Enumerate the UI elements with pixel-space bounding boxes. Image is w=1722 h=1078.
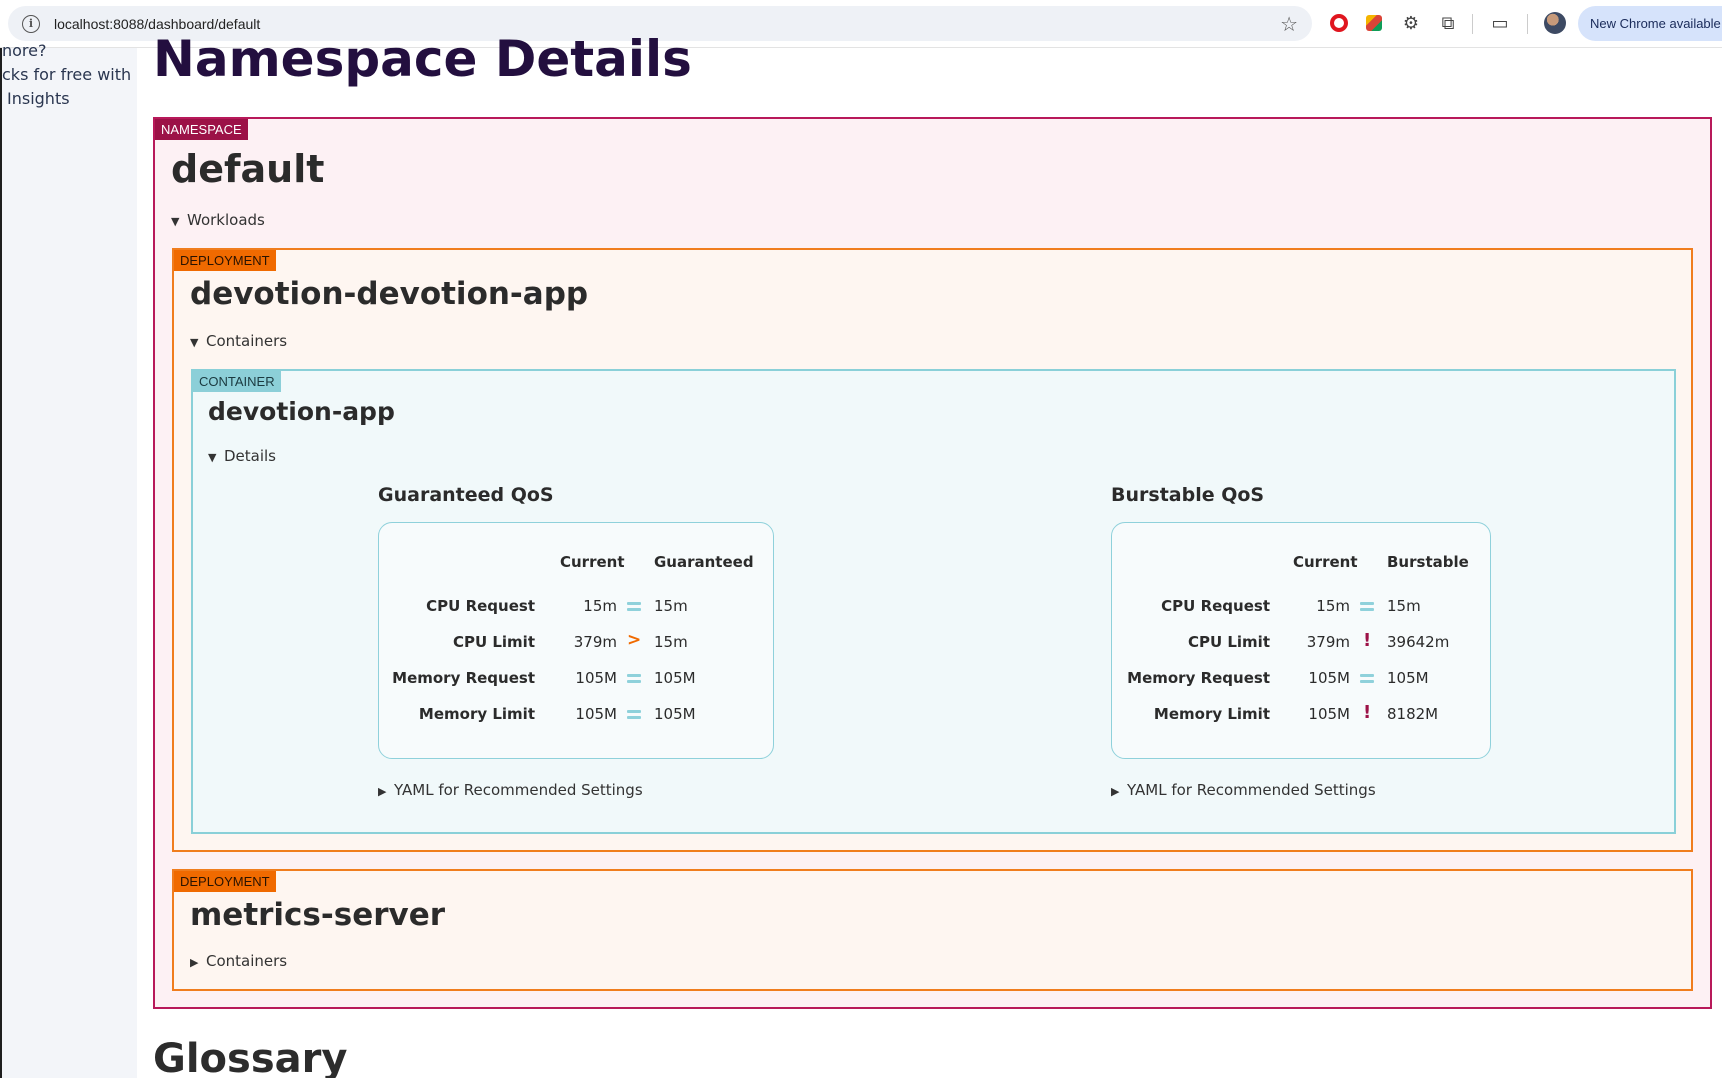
current-value: 15m xyxy=(1316,597,1350,615)
row-label: Memory Limit xyxy=(1153,705,1270,723)
guaranteed-qos-title: Guaranteed QoS xyxy=(378,484,554,506)
row-label: Memory Request xyxy=(392,669,535,687)
current-value: 105M xyxy=(1308,705,1350,723)
bookmark-star-icon[interactable]: ☆ xyxy=(1280,12,1298,36)
deployment-panel: DEPLOYMENT devotion-devotion-app ▼ Contai… xyxy=(172,248,1693,852)
sidebar: nore? cks for free with Insights xyxy=(0,41,137,1078)
page-title: Namespace Details xyxy=(153,30,692,88)
target-value: 39642m xyxy=(1387,633,1450,651)
container-name: devotion-app xyxy=(208,397,395,426)
row-label: Memory Limit xyxy=(418,705,535,723)
target-value: 105M xyxy=(654,705,696,723)
containers-toggle[interactable]: ▼ Containers xyxy=(190,332,287,350)
containers-toggle[interactable]: ▶ Containers xyxy=(190,952,287,970)
workloads-toggle[interactable]: ▼ Workloads xyxy=(171,211,265,229)
equal-icon xyxy=(627,710,641,719)
deployment-name: metrics-server xyxy=(190,897,446,933)
burstable-qos-title: Burstable QoS xyxy=(1111,484,1265,506)
caret-right-icon: ▶ xyxy=(378,785,387,798)
row-label: CPU Request xyxy=(1161,597,1270,615)
current-value: 105M xyxy=(575,705,617,723)
toggle-label: YAML for Recommended Settings xyxy=(394,781,643,799)
current-value: 105M xyxy=(1308,669,1350,687)
container-tag: CONTAINER xyxy=(193,371,281,392)
equal-icon xyxy=(1360,674,1374,683)
namespace-panel: NAMESPACE default ▼ Workloads DEPLOYMENT … xyxy=(153,117,1712,1009)
toolbar-divider xyxy=(1472,14,1473,34)
column-header-current: Current xyxy=(560,553,625,571)
toggle-label: Details xyxy=(224,447,277,465)
sidebar-text-line: nore? xyxy=(2,41,47,60)
namespace-tag: NAMESPACE xyxy=(155,119,248,140)
target-value: 15m xyxy=(654,597,688,615)
guaranteed-yaml-toggle[interactable]: ▶ YAML for Recommended Settings xyxy=(378,781,643,799)
current-value: 105M xyxy=(575,669,617,687)
equal-icon xyxy=(627,602,641,611)
toggle-label: YAML for Recommended Settings xyxy=(1127,781,1376,799)
column-header-target: Guaranteed xyxy=(654,553,754,571)
equal-icon xyxy=(1360,602,1374,611)
details-toggle[interactable]: ▼ Details xyxy=(208,447,276,465)
toggle-label: Containers xyxy=(206,332,288,350)
toggle-label: Workloads xyxy=(187,211,265,229)
target-value: 8182M xyxy=(1387,705,1439,723)
guaranteed-qos-table: Current Guaranteed CPU Request 15m 15m CPU Li… xyxy=(378,522,774,759)
sidebar-insights-link[interactable]: Insights xyxy=(7,89,70,108)
site-info-icon[interactable]: i xyxy=(22,14,40,33)
deployment-panel: DEPLOYMENT metrics-server ▶ Containers xyxy=(172,869,1693,991)
sidebar-text-line: cks for free with xyxy=(2,65,132,84)
current-value: 15m xyxy=(583,597,617,615)
warning-exclamation-icon: ! xyxy=(1363,630,1372,651)
target-value: 105M xyxy=(654,669,696,687)
container-panel: CONTAINER devotion-app ▼ Details Guarante… xyxy=(191,369,1676,834)
extensions-puzzle-icon[interactable]: ⧉ xyxy=(1436,11,1460,35)
chrome-update-button[interactable]: New Chrome available xyxy=(1578,6,1722,41)
row-label: Memory Request xyxy=(1127,669,1270,687)
caret-down-icon: ▼ xyxy=(208,451,217,464)
current-value: 379m xyxy=(1306,633,1350,651)
profile-avatar[interactable] xyxy=(1544,12,1566,34)
toolbar-divider xyxy=(1527,14,1528,34)
row-label: CPU Request xyxy=(426,597,535,615)
burstable-qos-table: Current Burstable CPU Request 15m 15m CPU Lim… xyxy=(1111,522,1491,759)
caret-down-icon: ▼ xyxy=(190,336,199,349)
equal-icon xyxy=(627,674,641,683)
cast-search-icon[interactable]: ▭ xyxy=(1488,11,1512,35)
column-header-current: Current xyxy=(1293,553,1358,571)
greater-than-icon: > xyxy=(627,630,642,650)
deployment-tag: DEPLOYMENT xyxy=(174,871,276,892)
caret-right-icon: ▶ xyxy=(190,956,199,969)
namespace-name: default xyxy=(171,147,325,191)
target-value: 15m xyxy=(1387,597,1421,615)
colorzilla-extension-icon[interactable] xyxy=(1362,11,1386,35)
deployment-tag: DEPLOYMENT xyxy=(174,250,276,271)
caret-down-icon: ▼ xyxy=(171,215,180,228)
current-value: 379m xyxy=(573,633,617,651)
row-label: CPU Limit xyxy=(452,633,535,651)
row-label: CPU Limit xyxy=(1187,633,1270,651)
caret-right-icon: ▶ xyxy=(1111,785,1120,798)
burstable-yaml-toggle[interactable]: ▶ YAML for Recommended Settings xyxy=(1111,781,1376,799)
target-value: 105M xyxy=(1387,669,1429,687)
target-value: 15m xyxy=(654,633,688,651)
warning-exclamation-icon: ! xyxy=(1363,702,1372,723)
deployment-name: devotion-devotion-app xyxy=(190,276,589,312)
opera-extension-icon[interactable] xyxy=(1327,11,1351,35)
gear-extension-icon[interactable]: ⚙ xyxy=(1399,11,1423,35)
toggle-label: Containers xyxy=(206,952,288,970)
glossary-title: Glossary xyxy=(153,1036,348,1078)
column-header-target: Burstable xyxy=(1387,553,1469,571)
